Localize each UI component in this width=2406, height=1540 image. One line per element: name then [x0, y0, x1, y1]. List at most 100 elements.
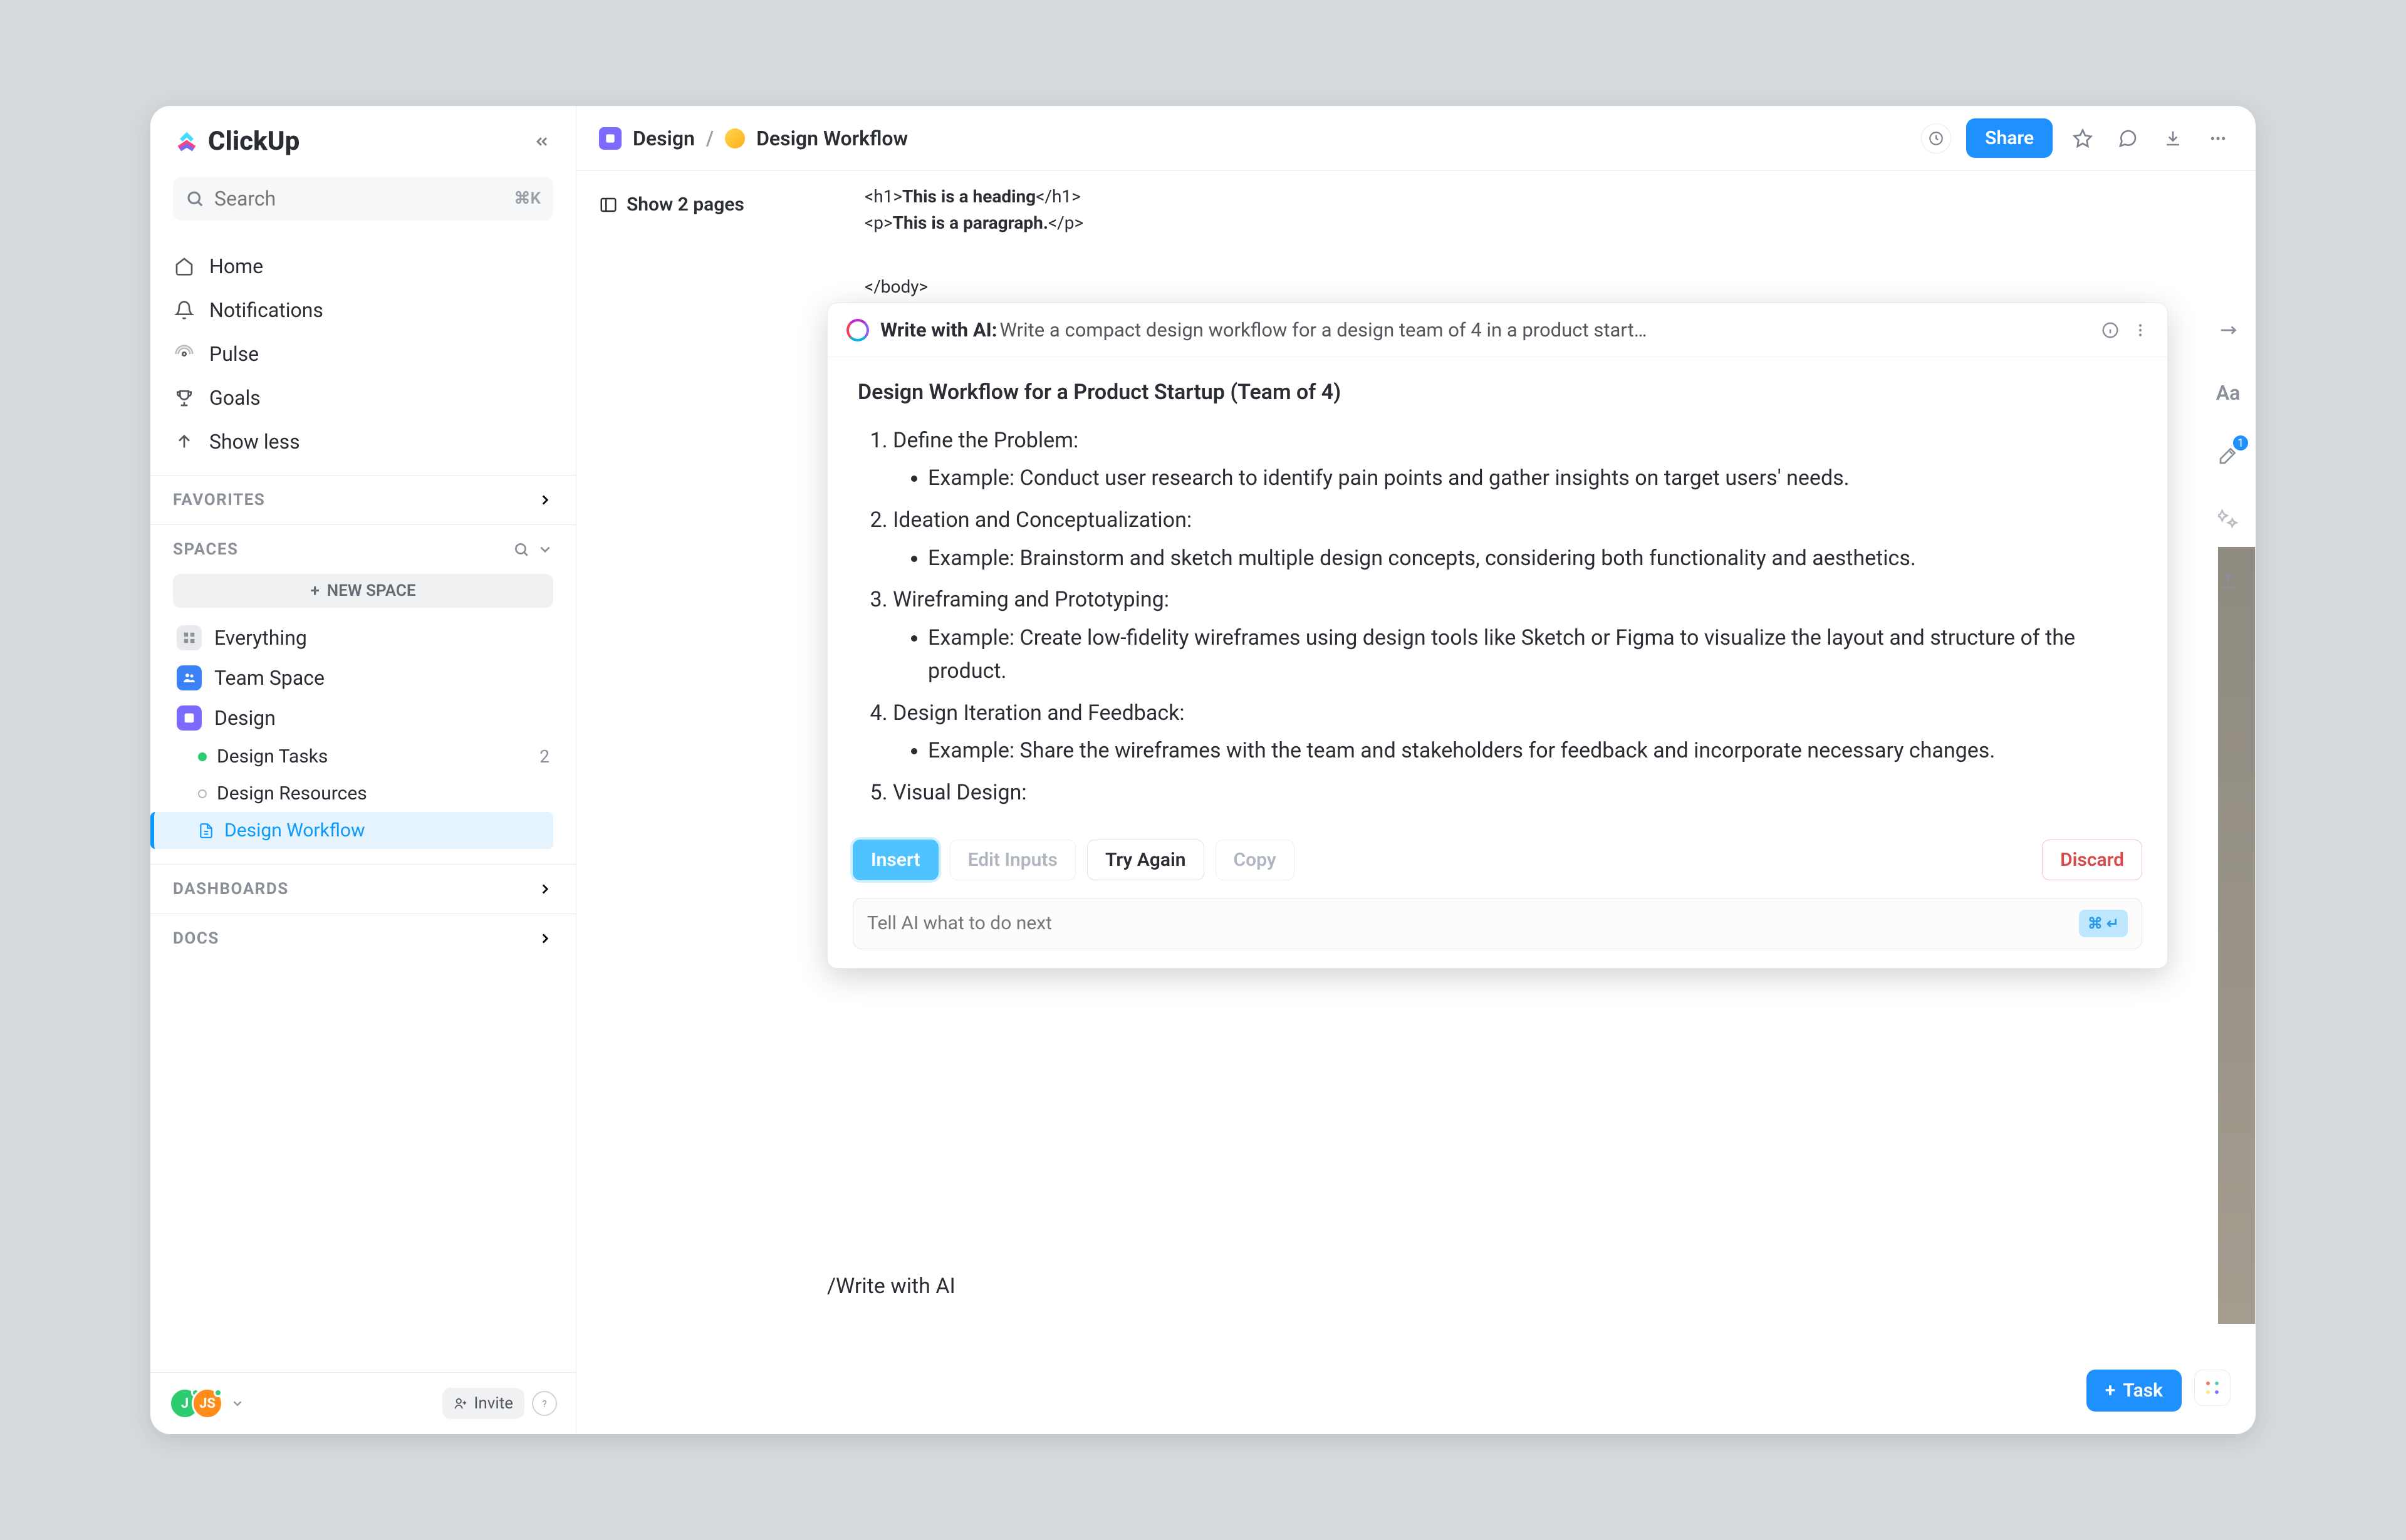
chevron-right-icon — [537, 492, 553, 508]
ai-write-panel: Write with AI: Write a compact design wo… — [827, 303, 2168, 969]
sidebar-item-design-workflow[interactable]: Design Workflow — [150, 812, 553, 849]
space-everything[interactable]: Everything — [173, 618, 553, 658]
favorites-section[interactable]: FAVORITES — [150, 475, 576, 524]
design-space-icon[interactable] — [599, 127, 622, 150]
submit-shortcut[interactable]: ⌘ ↵ — [2079, 910, 2128, 937]
grid-icon — [177, 625, 202, 650]
doc-emoji-icon — [725, 128, 745, 148]
insert-button[interactable]: Insert — [853, 840, 939, 880]
expand-button[interactable] — [2213, 315, 2243, 345]
space-team[interactable]: Team Space — [173, 658, 553, 698]
dots-icon — [2209, 129, 2227, 148]
right-rail: Aa 1 — [2198, 315, 2256, 596]
plus-icon: + — [311, 581, 320, 600]
sidebar-icon — [599, 195, 618, 214]
user-plus-icon — [454, 1397, 467, 1410]
show-pages-toggle[interactable]: Show 2 pages — [599, 194, 805, 216]
slash-command-text: /Write with AI — [827, 1274, 956, 1299]
arrow-up-icon — [174, 432, 194, 452]
chevron-right-icon — [537, 930, 553, 947]
share-button[interactable]: Share — [1966, 118, 2053, 158]
search-icon — [185, 189, 204, 208]
users-icon — [177, 665, 202, 690]
dashboards-section[interactable]: DASHBOARDS — [150, 864, 576, 913]
search-shortcut: ⌘K — [514, 189, 541, 208]
ai-prompt: Write a compact design workflow for a de… — [999, 318, 1647, 341]
avatar: JS — [192, 1388, 223, 1419]
search-icon[interactable] — [513, 541, 529, 558]
try-again-button[interactable]: Try Again — [1087, 840, 1204, 880]
status-dot-icon — [198, 752, 207, 761]
doc-icon — [198, 823, 214, 839]
space-design[interactable]: Design — [173, 698, 553, 738]
history-icon — [1928, 130, 1944, 147]
nav-pulse[interactable]: Pulse — [163, 333, 563, 375]
copy-button[interactable]: Copy — [1216, 840, 1294, 880]
pulse-icon — [174, 344, 194, 364]
brand-name: ClickUp — [208, 126, 299, 157]
apps-button[interactable] — [2194, 1370, 2231, 1406]
breadcrumb: Design / Design Workflow — [599, 127, 908, 150]
nav-notifications[interactable]: Notifications — [163, 289, 563, 331]
chevron-double-left-icon — [533, 133, 551, 150]
help-button[interactable]: ? — [532, 1391, 557, 1416]
breadcrumb-workflow[interactable]: Design Workflow — [756, 127, 908, 150]
code-block: <h1>This is a heading</h1> <p>This is a … — [827, 171, 2168, 313]
home-icon — [174, 256, 194, 276]
more-button[interactable] — [2203, 123, 2233, 153]
history-button[interactable] — [1921, 123, 1951, 153]
spaces-header[interactable]: SPACES — [173, 540, 553, 559]
ai-followup-field[interactable] — [867, 912, 2068, 934]
discard-button[interactable]: Discard — [2042, 840, 2142, 880]
new-task-button[interactable]: +Task — [2086, 1370, 2182, 1412]
download-button[interactable] — [2158, 123, 2188, 153]
search-input-container[interactable]: ⌘K — [173, 177, 553, 221]
chevron-down-icon[interactable] — [537, 541, 553, 558]
nav-show-less[interactable]: Show less — [163, 421, 563, 462]
clickup-logo-icon — [173, 128, 200, 155]
breadcrumb-separator: / — [706, 127, 714, 150]
ai-label: Write with AI: — [880, 318, 997, 341]
document-body[interactable]: <h1>This is a heading</h1> <p>This is a … — [827, 171, 2256, 1434]
edit-inputs-button[interactable]: Edit Inputs — [950, 840, 1076, 880]
favorite-button[interactable] — [2068, 123, 2098, 153]
nav-goals[interactable]: Goals — [163, 377, 563, 419]
upload-icon — [2218, 571, 2238, 591]
ai-heading: Design Workflow for a Product Startup (T… — [858, 376, 2137, 409]
main-area: Design / Design Workflow Share Show 2 pa… — [576, 106, 2256, 1434]
brand-logo[interactable]: ClickUp — [173, 126, 299, 157]
edit-tool-button[interactable] — [2213, 503, 2243, 533]
dots-vertical-icon[interactable] — [2132, 322, 2148, 338]
spaces-section: SPACES +NEW SPACE Everything Team Space … — [150, 524, 576, 864]
breadcrumb-design[interactable]: Design — [633, 127, 695, 150]
export-button[interactable] — [2213, 566, 2243, 596]
design-space-icon — [177, 705, 202, 731]
topbar: Design / Design Workflow Share — [576, 106, 2256, 171]
trophy-icon — [174, 388, 194, 408]
presence-dot-icon — [214, 1388, 222, 1397]
invite-button[interactable]: Invite — [442, 1388, 524, 1419]
nav-home[interactable]: Home — [163, 246, 563, 287]
info-icon[interactable] — [2101, 321, 2120, 340]
download-icon — [2164, 129, 2182, 148]
typography-icon: Aa — [2216, 381, 2241, 405]
chevron-down-icon[interactable] — [231, 1397, 244, 1410]
collapse-sidebar-button[interactable] — [531, 130, 553, 153]
typography-button[interactable]: Aa — [2213, 378, 2243, 408]
magic-icon — [2218, 508, 2238, 528]
ai-followup-input[interactable]: ⌘ ↵ — [853, 898, 2142, 949]
ai-spark-icon — [846, 319, 869, 341]
search-input[interactable] — [214, 187, 504, 211]
ai-list: Define the Problem:Example: Conduct user… — [893, 424, 2137, 809]
sidebar: ClickUp ⌘K Home Notifications Pulse Goal… — [150, 106, 576, 1434]
sidebar-item-design-tasks[interactable]: Design Tasks2 — [173, 738, 553, 775]
user-avatars[interactable]: J JS — [169, 1388, 244, 1419]
activity-button[interactable]: 1 — [2213, 440, 2243, 471]
sidebar-item-design-resources[interactable]: Design Resources — [173, 775, 553, 812]
app-window: ClickUp ⌘K Home Notifications Pulse Goal… — [150, 106, 2256, 1434]
comments-button[interactable] — [2113, 123, 2143, 153]
bell-icon — [174, 300, 194, 320]
apps-grid-icon — [2204, 1379, 2221, 1397]
docs-section[interactable]: DOCS — [150, 913, 576, 963]
new-space-button[interactable]: +NEW SPACE — [173, 574, 553, 608]
